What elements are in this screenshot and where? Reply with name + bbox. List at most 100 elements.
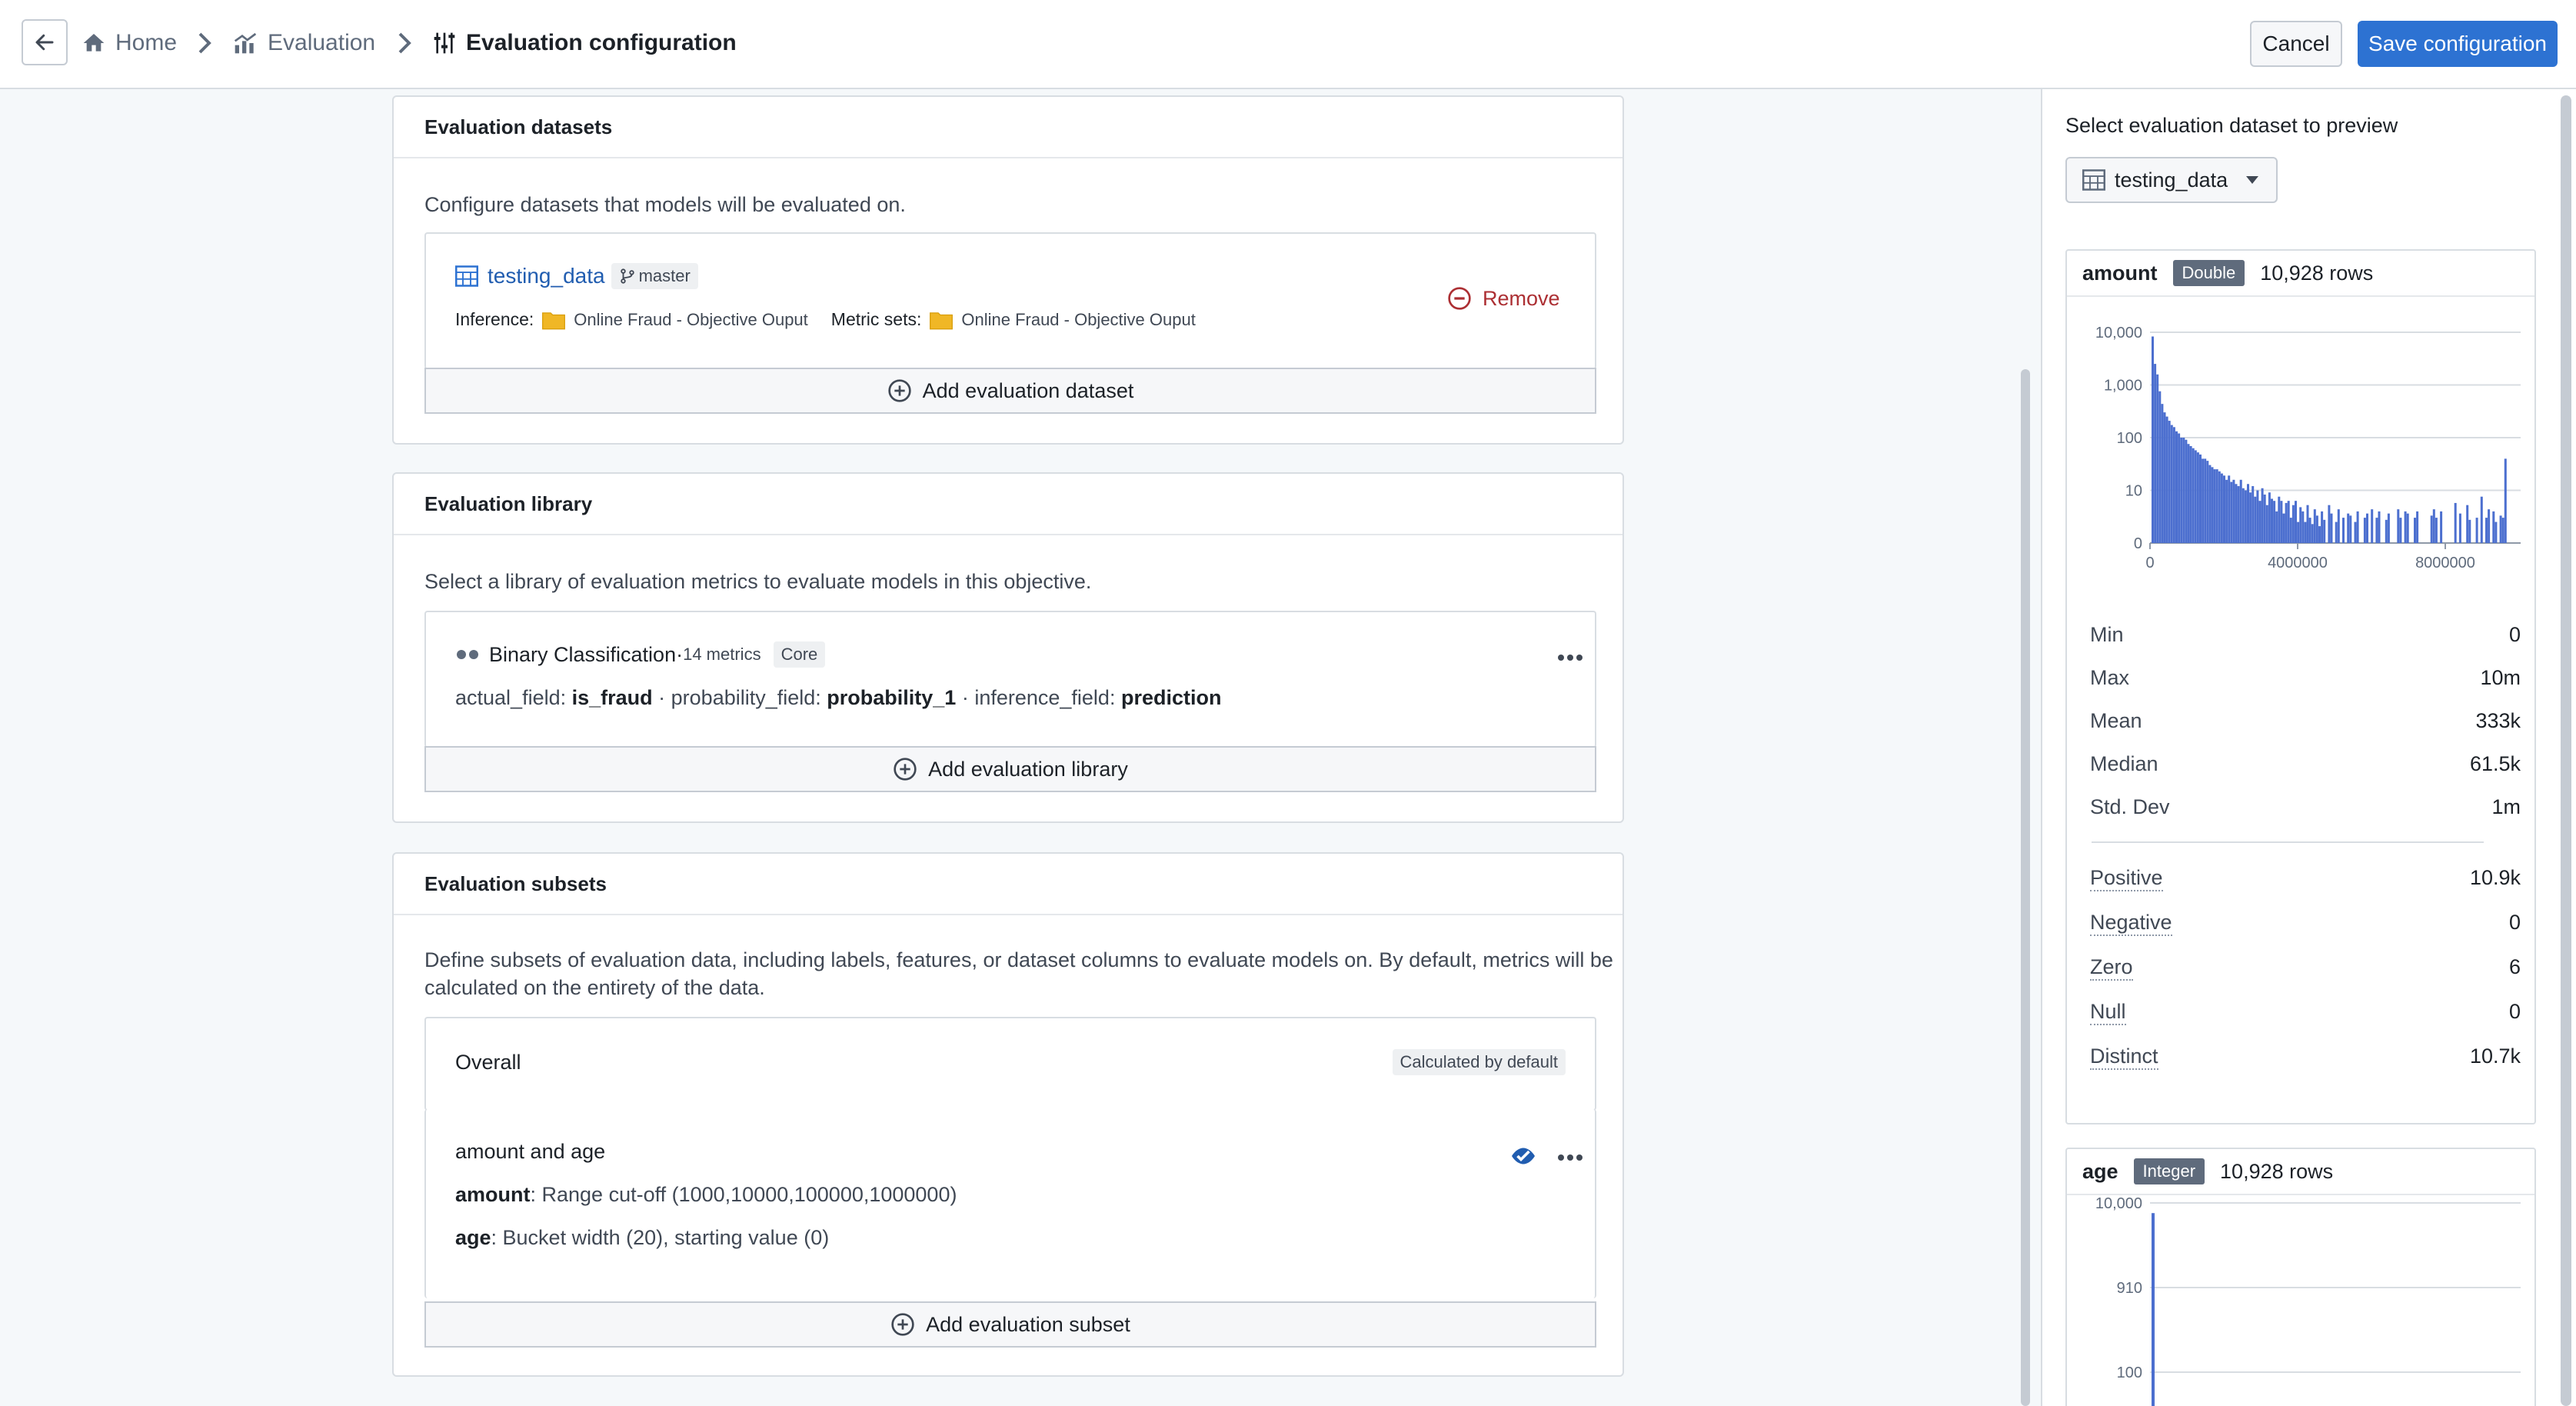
histogram-bar — [2458, 513, 2461, 543]
caret-down-icon — [2246, 176, 2259, 184]
histogram-bar — [2356, 511, 2359, 543]
stat-row-median: Median 61.5k — [2090, 752, 2521, 776]
stat-row-zero: Zero 6 — [2090, 955, 2521, 981]
histogram-bar — [2189, 445, 2192, 543]
inference-value[interactable]: Online Fraud - Objective Ouput — [574, 310, 807, 330]
inference-field-value: prediction — [1120, 686, 1222, 709]
add-evaluation-dataset-button[interactable]: Add evaluation dataset — [424, 368, 1596, 414]
histogram-bar — [2196, 452, 2199, 543]
save-configuration-button[interactable]: Save configuration — [2358, 21, 2558, 67]
histogram-bar — [2263, 494, 2266, 543]
histogram-bar — [2187, 444, 2190, 543]
library-item: Binary Classification · 14 metrics Core … — [424, 611, 1596, 748]
histogram-bar — [2165, 416, 2168, 543]
histogram-bar — [2375, 518, 2378, 543]
histogram-bar — [2278, 496, 2281, 543]
branch-tag: master — [611, 263, 698, 289]
metric-sets-value[interactable]: Online Fraud - Objective Ouput — [961, 310, 1195, 330]
add-evaluation-library-button[interactable]: Add evaluation library — [424, 746, 1596, 792]
stat-label[interactable]: Negative — [2090, 911, 2172, 936]
histogram-bar — [2289, 518, 2292, 543]
histogram-bar — [2271, 498, 2273, 543]
histogram-bar — [2172, 427, 2175, 543]
histogram-bar — [2256, 490, 2259, 543]
histogram-bar — [2287, 501, 2290, 543]
histogram-bar — [2170, 425, 2173, 543]
overall-subset: Overall Calculated by default — [424, 1017, 1596, 1111]
histogram-bar — [2313, 509, 2316, 543]
histogram-bar — [2178, 433, 2181, 543]
histogram-bar — [2168, 421, 2171, 543]
histogram-bar — [2204, 458, 2207, 543]
histogram-bar — [2154, 364, 2157, 543]
metrics-count: 14 metrics — [683, 645, 761, 664]
column-type-tag: Double — [2172, 260, 2245, 286]
back-button[interactable] — [22, 19, 68, 65]
stat-label[interactable]: Positive — [2090, 866, 2163, 891]
histogram-bar — [2354, 521, 2357, 543]
histogram-bar — [2161, 404, 2164, 543]
preview-dataset-select[interactable]: testing_data — [2065, 157, 2278, 203]
stat-label: Mean — [2090, 709, 2142, 732]
histogram-bar — [2194, 450, 2197, 543]
table-icon — [2082, 169, 2105, 191]
preview-label: Select evaluation dataset to preview — [2065, 114, 2398, 137]
dataset-link[interactable]: testing_data — [488, 264, 605, 288]
more-options-button[interactable] — [1556, 652, 1584, 666]
histogram-bar — [2501, 518, 2504, 543]
histogram-bar — [2163, 412, 2166, 543]
main-scrollbar[interactable] — [2021, 369, 2030, 1406]
histogram-bar — [2280, 501, 2283, 543]
breadcrumb-home[interactable]: Home — [82, 23, 177, 63]
histogram-bar — [2261, 488, 2264, 543]
preview-scrollbar[interactable] — [2561, 95, 2571, 1406]
histogram-bar — [2202, 458, 2205, 543]
subset-toggle-button[interactable] — [1509, 1144, 1538, 1171]
column-name: amount — [2082, 261, 2158, 285]
stat-value: 10m — [2480, 666, 2521, 689]
chevron-right-icon — [198, 32, 211, 54]
probability-field-key: · probability_field: — [652, 686, 827, 709]
histogram-bar — [2156, 374, 2159, 543]
histogram-bar — [2335, 521, 2338, 543]
section-description: Select a library of evaluation metrics t… — [424, 570, 1092, 593]
stat-row-null: Null 0 — [2090, 1000, 2521, 1025]
dots-pair-icon — [457, 650, 478, 659]
histogram-bar — [2211, 467, 2214, 543]
subset-rule-age: age: Bucket width (20), starting value (… — [455, 1226, 830, 1249]
y-tick-label: 10,000 — [2095, 1195, 2142, 1212]
probability-field-value: probability_1 — [827, 686, 957, 709]
cancel-button[interactable]: Cancel — [2250, 21, 2342, 67]
section-title: Evaluation library — [394, 474, 1622, 535]
git-branch-icon — [620, 268, 634, 284]
stat-label[interactable]: Null — [2090, 1000, 2126, 1025]
subset-item: amount and age amount: Range cut-off (10… — [424, 1109, 1596, 1298]
histogram-bar — [2218, 471, 2221, 543]
histogram-bar — [2208, 465, 2212, 543]
histogram-bar — [2315, 515, 2318, 543]
histogram-bar — [2363, 518, 2366, 543]
histogram-bar — [2192, 448, 2195, 543]
histogram-bar — [2158, 391, 2162, 543]
folder-icon — [542, 312, 566, 329]
stat-value: 333k — [2475, 709, 2521, 732]
stat-label: Min — [2090, 623, 2124, 646]
stats-divider — [2092, 841, 2484, 843]
add-evaluation-subset-button[interactable]: Add evaluation subset — [424, 1301, 1596, 1348]
histogram-bar — [2311, 524, 2314, 543]
y-tick-label: 910 — [2117, 1280, 2142, 1297]
stat-label[interactable]: Distinct — [2090, 1045, 2158, 1070]
histogram-bar — [2480, 496, 2483, 543]
column-type-tag: Integer — [2133, 1158, 2205, 1184]
breadcrumb-evaluation[interactable]: Evaluation — [232, 23, 375, 63]
histogram-bar — [2330, 513, 2333, 543]
histogram-bar — [2185, 439, 2188, 543]
stat-label[interactable]: Zero — [2090, 955, 2133, 981]
remove-button[interactable]: Remove — [1447, 286, 1560, 311]
histogram-bar — [2223, 475, 2225, 543]
histogram-bar — [2199, 454, 2202, 543]
histogram-bar — [2304, 521, 2307, 543]
histogram-bar — [2399, 518, 2402, 543]
column-name: age — [2082, 1159, 2118, 1183]
subset-more-options-button[interactable] — [1556, 1152, 1584, 1166]
